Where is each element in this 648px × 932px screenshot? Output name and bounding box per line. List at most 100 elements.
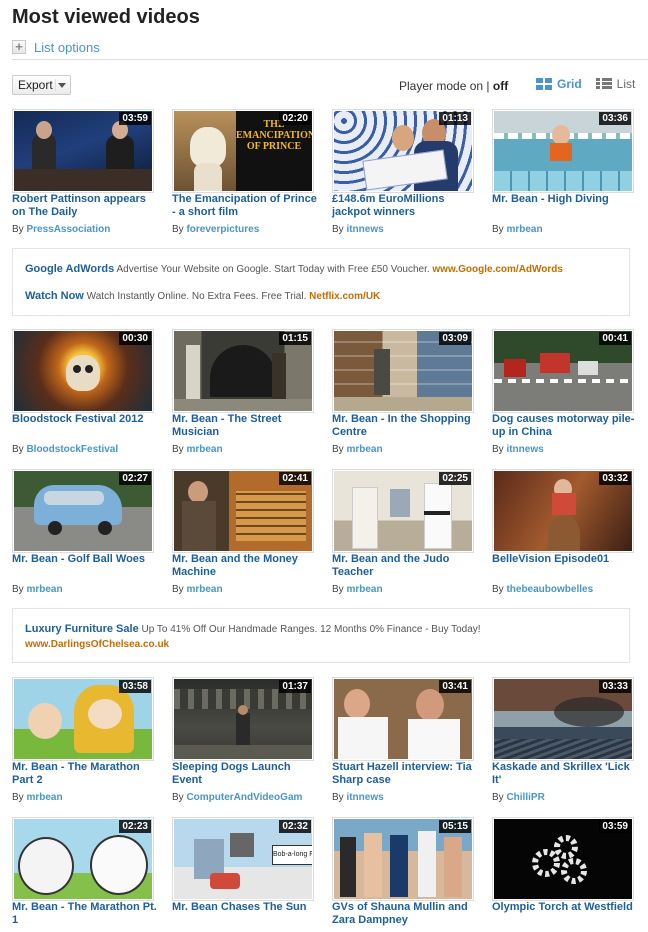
- video-thumbnail[interactable]: 03:59: [492, 817, 634, 901]
- ad-block: Google AdWords Advertise Your Website on…: [12, 248, 630, 316]
- duration-badge: 03:36: [599, 112, 631, 125]
- video-thumbnail[interactable]: 03:36: [492, 109, 634, 193]
- ad-headline[interactable]: Watch Now: [25, 290, 84, 302]
- by-label: By: [172, 792, 184, 803]
- thumbnail-caption: Bob-a-long Fe: [272, 845, 312, 865]
- ad-headline[interactable]: Google AdWords: [25, 263, 114, 275]
- player-mode-on[interactable]: on: [470, 79, 483, 93]
- header-divider: [12, 59, 648, 60]
- video-byline: By mrbean: [332, 444, 482, 455]
- video-title-link[interactable]: Mr. Bean - The Marathon Part 2: [12, 761, 158, 787]
- author-link[interactable]: mrbean: [506, 224, 542, 235]
- by-label: By: [172, 444, 184, 455]
- by-label: By: [12, 224, 24, 235]
- by-label: By: [492, 444, 504, 455]
- player-mode-off[interactable]: off: [493, 79, 508, 93]
- video-title-link[interactable]: The Emancipation of Prince - a short fil…: [172, 193, 318, 219]
- video-thumbnail[interactable]: THE EMANCIPATION OF PRINCE 02:20: [172, 109, 314, 193]
- view-switch: Grid List: [536, 77, 635, 91]
- video-thumbnail[interactable]: 01:37: [172, 677, 314, 761]
- video-title-link[interactable]: Mr. Bean - In the Shopping Centre: [332, 413, 478, 439]
- video-thumbnail[interactable]: 02:27: [12, 469, 154, 553]
- video-title-link[interactable]: GVs of Shauna Mullin and Zara Dampney: [332, 901, 478, 927]
- video-title-link[interactable]: Sleeping Dogs Launch Event: [172, 761, 318, 787]
- video-thumbnail[interactable]: 02:41: [172, 469, 314, 553]
- duration-badge: 02:23: [119, 820, 151, 833]
- video-title-link[interactable]: Mr. Bean - Golf Ball Woes: [12, 553, 158, 566]
- list-view-button[interactable]: List: [595, 77, 635, 91]
- video-thumbnail[interactable]: Bob-a-long Fe 02:32: [172, 817, 314, 901]
- by-label: By: [12, 584, 24, 595]
- author-link[interactable]: foreverpictures: [186, 224, 259, 235]
- video-thumbnail[interactable]: 05:15: [332, 817, 474, 901]
- export-dropdown[interactable]: Export: [12, 75, 71, 95]
- list-options-label: List options: [34, 39, 100, 55]
- video-title-link[interactable]: Mr. Bean and the Judo Teacher: [332, 553, 478, 579]
- video-thumbnail[interactable]: 03:33: [492, 677, 634, 761]
- export-separator: [55, 79, 56, 91]
- author-link[interactable]: mrbean: [186, 584, 222, 595]
- video-title-link[interactable]: Olympic Torch at Westfield: [492, 901, 638, 914]
- author-link[interactable]: PressAssociation: [26, 224, 110, 235]
- video-title-link[interactable]: Mr. Bean - The Street Musician: [172, 413, 318, 439]
- author-link[interactable]: itnnews: [346, 224, 383, 235]
- chevron-down-icon: [58, 83, 66, 88]
- video-thumbnail[interactable]: 03:41: [332, 677, 474, 761]
- duration-badge: 02:41: [279, 472, 311, 485]
- video-title-link[interactable]: BelleVision Episode01: [492, 553, 638, 566]
- video-byline: By mrbean: [172, 444, 322, 455]
- ad-text: Watch Instantly Online. No Extra Fees. F…: [86, 291, 307, 302]
- video-thumbnail[interactable]: 01:15: [172, 329, 314, 413]
- video-thumbnail[interactable]: 00:30: [12, 329, 154, 413]
- author-link[interactable]: ChilliPR: [506, 792, 544, 803]
- video-title-link[interactable]: Mr. Bean - The Marathon Pt. 1: [12, 901, 158, 927]
- page-title: Most viewed videos: [12, 6, 200, 28]
- video-title-link[interactable]: Dog causes motorway pile-up in China: [492, 413, 638, 439]
- video-title-link[interactable]: Mr. Bean and the Money Machine: [172, 553, 318, 579]
- video-title-link[interactable]: Mr. Bean - High Diving: [492, 193, 638, 206]
- author-link[interactable]: itnnews: [346, 792, 383, 803]
- ad-url[interactable]: Netflix.com/UK: [309, 291, 380, 302]
- video-byline: By thebeaubowbelles: [492, 584, 642, 595]
- grid-icon: [536, 78, 552, 90]
- by-label: By: [12, 792, 24, 803]
- by-label: By: [12, 444, 24, 455]
- video-thumbnail[interactable]: 02:25: [332, 469, 474, 553]
- video-title-link[interactable]: £148.6m EuroMillions jackpot winners: [332, 193, 478, 219]
- author-link[interactable]: mrbean: [186, 444, 222, 455]
- author-link[interactable]: mrbean: [26, 584, 62, 595]
- author-link[interactable]: thebeaubowbelles: [506, 584, 593, 595]
- video-title-link[interactable]: Robert Pattinson appears on The Daily: [12, 193, 158, 219]
- ad-text: Advertise Your Website on Google. Start …: [116, 264, 430, 275]
- video-thumbnail[interactable]: 03:32: [492, 469, 634, 553]
- author-link[interactable]: mrbean: [346, 584, 382, 595]
- ad-block: Luxury Furniture Sale Up To 41% Off Our …: [12, 608, 630, 663]
- ad-url[interactable]: www.DarlingsOfChelsea.co.uk: [25, 639, 169, 650]
- author-link[interactable]: itnnews: [506, 444, 543, 455]
- video-title-link[interactable]: Stuart Hazell interview: Tia Sharp case: [332, 761, 478, 787]
- author-link[interactable]: mrbean: [346, 444, 382, 455]
- author-link[interactable]: ComputerAndVideoGam: [186, 792, 302, 803]
- by-label: By: [172, 584, 184, 595]
- video-thumbnail[interactable]: 03:59: [12, 109, 154, 193]
- ad-line: Watch Now Watch Instantly Online. No Ext…: [25, 290, 380, 302]
- player-mode-label: Player mode: [399, 79, 467, 93]
- video-thumbnail[interactable]: 03:58: [12, 677, 154, 761]
- by-label: By: [492, 224, 504, 235]
- grid-view-button[interactable]: Grid: [536, 77, 582, 91]
- video-title-link[interactable]: Kaskade and Skrillex 'Lick It': [492, 761, 638, 787]
- video-title-link[interactable]: Mr. Bean Chases The Sun: [172, 901, 318, 914]
- author-link[interactable]: BloodstockFestival: [26, 444, 118, 455]
- ad-headline[interactable]: Luxury Furniture Sale: [25, 623, 139, 635]
- video-byline: By mrbean: [172, 584, 322, 595]
- video-thumbnail[interactable]: 02:23: [12, 817, 154, 901]
- player-mode: Player mode on | off: [399, 79, 508, 93]
- video-title-link[interactable]: Bloodstock Festival 2012: [12, 413, 158, 426]
- video-thumbnail[interactable]: 00:41: [492, 329, 634, 413]
- author-link[interactable]: mrbean: [26, 792, 62, 803]
- video-thumbnail[interactable]: 01:13: [332, 109, 474, 193]
- ad-url[interactable]: www.Google.com/AdWords: [432, 264, 563, 275]
- list-options-toggle[interactable]: + List options: [12, 38, 100, 56]
- duration-badge: 03:41: [439, 680, 471, 693]
- video-thumbnail[interactable]: 03:09: [332, 329, 474, 413]
